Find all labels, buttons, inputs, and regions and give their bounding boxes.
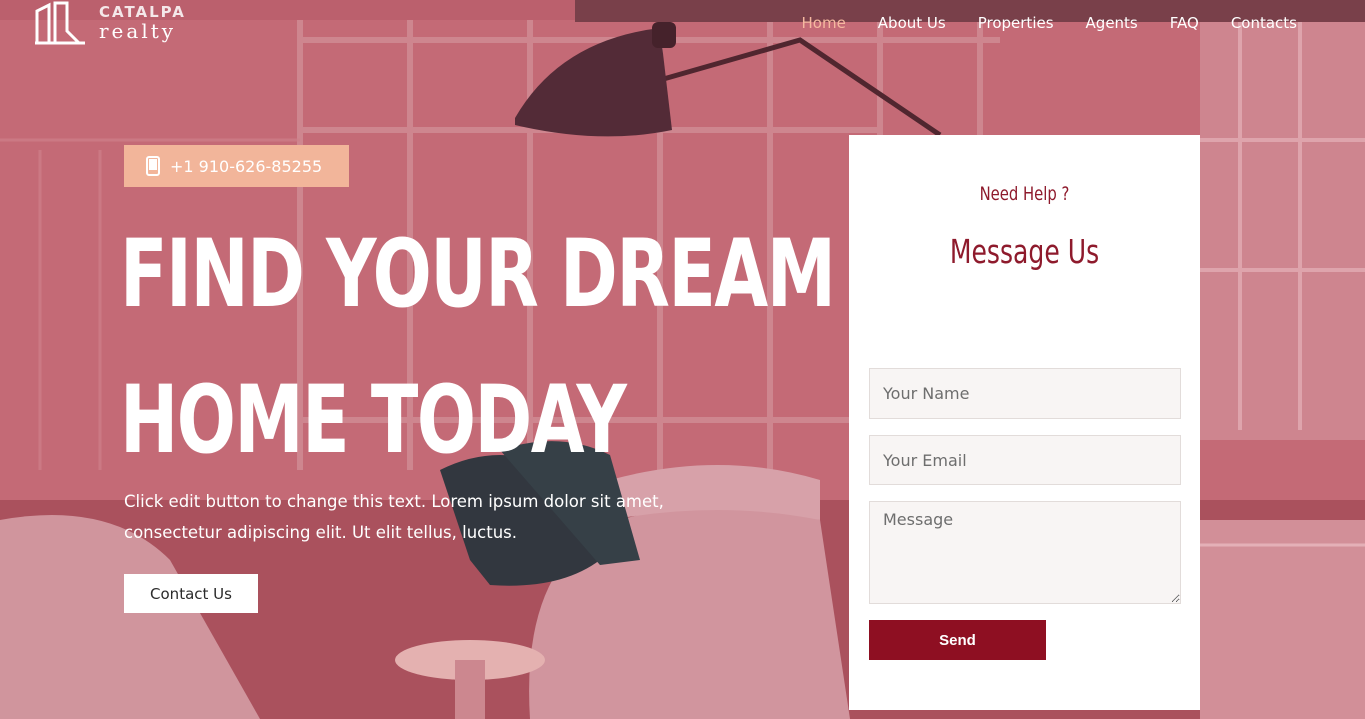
nav-item-home[interactable]: Home	[786, 12, 862, 34]
nav-item-properties[interactable]: Properties	[962, 12, 1070, 34]
nav-item-faq[interactable]: FAQ	[1154, 12, 1215, 34]
message-field[interactable]	[869, 501, 1181, 604]
hero-headline: FIND YOUR DREAM HOME TODAY	[120, 202, 836, 494]
hero-headline-line1: FIND YOUR DREAM	[120, 220, 836, 329]
phone-badge[interactable]: +1 910-626-85255	[124, 145, 349, 187]
main-nav: Home About Us Properties Agents FAQ Cont…	[786, 12, 1314, 34]
brand-wordmark: CATALPA realty	[99, 3, 186, 43]
nav-item-about-us[interactable]: About Us	[862, 12, 962, 34]
building-logo-icon	[35, 1, 85, 45]
brand-name-line1: CATALPA	[99, 3, 186, 21]
form-title: Message Us	[949, 232, 1100, 271]
mobile-phone-icon	[146, 156, 160, 176]
send-button[interactable]: Send	[869, 620, 1046, 660]
contact-us-button[interactable]: Contact Us	[124, 574, 258, 613]
nav-item-contacts[interactable]: Contacts	[1215, 12, 1313, 34]
form-kicker: Need Help ?	[979, 183, 1070, 205]
email-field[interactable]	[869, 435, 1181, 485]
hero-headline-line2: HOME TODAY	[120, 366, 627, 475]
nav-item-agents[interactable]: Agents	[1070, 12, 1154, 34]
phone-number: +1 910-626-85255	[170, 156, 323, 176]
hero-description: Click edit button to change this text. L…	[124, 492, 664, 542]
brand-logo[interactable]: CATALPA realty	[35, 0, 186, 46]
brand-name-line2: realty	[99, 19, 177, 43]
name-field[interactable]	[869, 368, 1181, 419]
